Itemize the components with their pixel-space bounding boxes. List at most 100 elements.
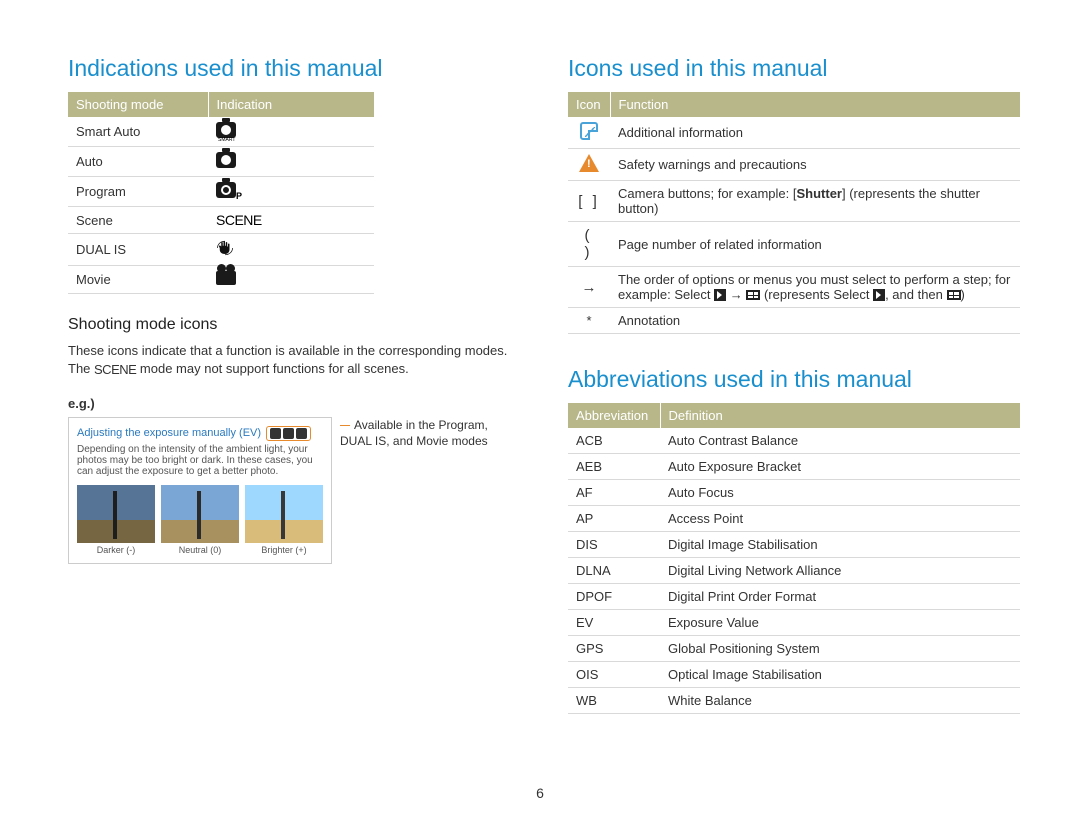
def-cell: Access Point [660, 506, 1020, 532]
icon-cell [208, 234, 374, 266]
table-row: ( ) Page number of related information [568, 222, 1020, 267]
table-row: GPSGlobal Positioning System [568, 636, 1020, 662]
table-row: AFAuto Focus [568, 480, 1020, 506]
example-mode-badges [266, 426, 311, 441]
abbrev-cell: AF [568, 480, 660, 506]
table-row: OISOptical Image Stabilisation [568, 662, 1020, 688]
function-cell: Safety warnings and precautions [610, 149, 1020, 181]
abbrev-cell: DLNA [568, 558, 660, 584]
scene-icon: SCENE [216, 212, 262, 228]
indications-heading: Indications used in this manual [68, 55, 520, 82]
mode-cell: Auto [68, 147, 208, 177]
movie-icon [216, 271, 236, 285]
icon-cell [208, 147, 374, 177]
icon-cell: P [208, 177, 374, 207]
table-row: Smart Auto SMART [68, 117, 374, 147]
table-row: [ ] Camera buttons; for example: [Shutte… [568, 181, 1020, 222]
table-row: EVExposure Value [568, 610, 1020, 636]
th-function: Function [610, 92, 1020, 117]
function-cell: Additional information [610, 117, 1020, 149]
th-icon: Icon [568, 92, 610, 117]
thumb-label: Darker (-) [77, 545, 155, 555]
table-row: APAccess Point [568, 506, 1020, 532]
table-row: Program P [68, 177, 374, 207]
mode-cell: DUAL IS [68, 234, 208, 266]
camera-icon [216, 152, 236, 168]
function-cell: Camera buttons; for example: [Shutter] (… [610, 181, 1020, 222]
camera-p-icon: P [216, 182, 236, 198]
left-column: Indications used in this manual Shooting… [68, 55, 520, 714]
thumb-label: Neutral (0) [161, 545, 239, 555]
abbrev-cell: GPS [568, 636, 660, 662]
icon-cell [208, 266, 374, 294]
shooting-mode-table: Shooting mode Indication Smart Auto SMAR… [68, 92, 374, 294]
function-cell: Page number of related information [610, 222, 1020, 267]
def-cell: Auto Contrast Balance [660, 428, 1020, 454]
table-row: AEBAuto Exposure Bracket [568, 454, 1020, 480]
thumb: Darker (-) [77, 485, 155, 555]
hand-icon [216, 239, 234, 257]
th-indication: Indication [208, 92, 374, 117]
icons-table: Icon Function Additional information Saf… [568, 92, 1020, 334]
table-row: WBWhite Balance [568, 688, 1020, 714]
table-row: * Annotation [568, 308, 1020, 334]
mode-cell: Smart Auto [68, 117, 208, 147]
def-cell: Digital Print Order Format [660, 584, 1020, 610]
table-row: → The order of options or menus you must… [568, 267, 1020, 308]
example-box: Adjusting the exposure manually (EV) Dep… [68, 417, 332, 564]
table-row: DLNADigital Living Network Alliance [568, 558, 1020, 584]
abbrev-cell: DIS [568, 532, 660, 558]
thumb: Neutral (0) [161, 485, 239, 555]
def-cell: Auto Focus [660, 480, 1020, 506]
icons-heading: Icons used in this manual [568, 55, 1020, 82]
shooting-mode-para: These icons indicate that a function is … [68, 342, 520, 378]
def-cell: Global Positioning System [660, 636, 1020, 662]
para-text: mode may not support functions for all s… [136, 361, 408, 376]
def-cell: Exposure Value [660, 610, 1020, 636]
camera-smart-icon: SMART [216, 122, 236, 138]
mode-cell: Scene [68, 207, 208, 234]
icon-cell: SCENE [208, 207, 374, 234]
example-title: Adjusting the exposure manually (EV) [77, 427, 261, 439]
parens-icon: ( ) [585, 227, 594, 261]
thumb: Brighter (+) [245, 485, 323, 555]
warn-icon [579, 154, 599, 172]
th-definition: Definition [660, 403, 1020, 428]
example-row: Adjusting the exposure manually (EV) Dep… [68, 417, 520, 564]
abbrev-table: Abbreviation Definition ACBAuto Contrast… [568, 403, 1020, 714]
abbrev-cell: EV [568, 610, 660, 636]
th-shooting-mode: Shooting mode [68, 92, 208, 117]
table-row: DISDigital Image Stabilisation [568, 532, 1020, 558]
table-row: Auto [68, 147, 374, 177]
function-cell: The order of options or menus you must s… [610, 267, 1020, 308]
table-row: Additional information [568, 117, 1020, 149]
def-cell: Digital Living Network Alliance [660, 558, 1020, 584]
abbrev-cell: ACB [568, 428, 660, 454]
th-abbrev: Abbreviation [568, 403, 660, 428]
page-number: 6 [536, 785, 544, 801]
right-column: Icons used in this manual Icon Function … [568, 55, 1020, 714]
mode-cell: Program [68, 177, 208, 207]
table-row: Scene SCENE [68, 207, 374, 234]
example-caption: Available in the Program, DUAL IS, and M… [340, 417, 520, 449]
scene-inline-icon: SCENE [94, 362, 136, 377]
def-cell: White Balance [660, 688, 1020, 714]
abbrev-cell: AP [568, 506, 660, 532]
def-cell: Digital Image Stabilisation [660, 532, 1020, 558]
table-row: DPOFDigital Print Order Format [568, 584, 1020, 610]
table-row: DUAL IS [68, 234, 374, 266]
arrow-icon: → [582, 279, 597, 296]
example-label: e.g.) [68, 396, 520, 411]
note-icon [580, 122, 598, 140]
abbrev-cell: DPOF [568, 584, 660, 610]
shooting-mode-icons-subhead: Shooting mode icons [68, 316, 520, 334]
asterisk-icon: * [586, 313, 591, 328]
example-thumbs: Darker (-) Neutral (0) Brighter (+) [77, 485, 323, 555]
table-row: Safety warnings and precautions [568, 149, 1020, 181]
abbrev-heading: Abbreviations used in this manual [568, 366, 1020, 393]
function-cell: Annotation [610, 308, 1020, 334]
abbrev-cell: AEB [568, 454, 660, 480]
brackets-icon: [ ] [578, 193, 600, 210]
table-row: ACBAuto Contrast Balance [568, 428, 1020, 454]
example-desc: Depending on the intensity of the ambien… [77, 444, 323, 477]
